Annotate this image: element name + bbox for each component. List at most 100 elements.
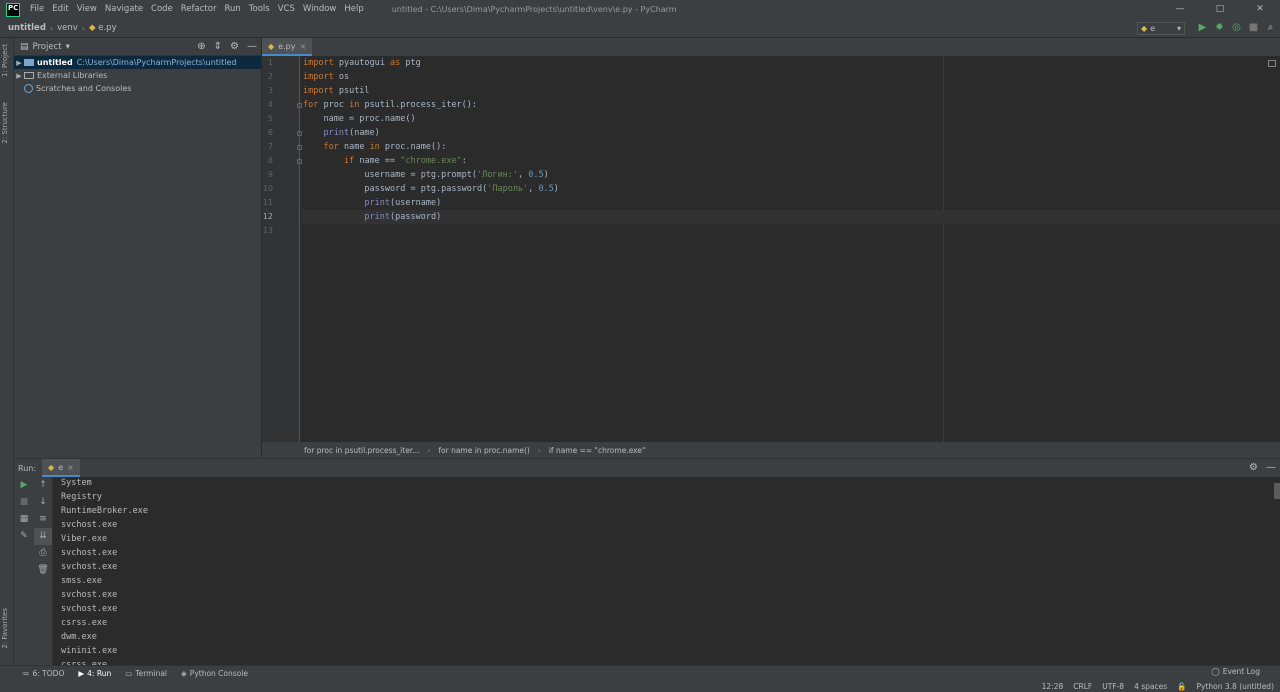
console-line: csrss.exe — [61, 618, 108, 628]
file-encoding[interactable]: UTF-8 — [1102, 682, 1124, 691]
cursor-position[interactable]: 12:28 — [1042, 682, 1064, 691]
menu-navigate[interactable]: Navigate — [101, 0, 147, 19]
rerun-icon[interactable]: ▶ — [14, 477, 34, 494]
hide-icon[interactable]: — — [1266, 462, 1276, 473]
status-bar: 12:28 CRLF UTF-8 4 spaces 🔓 Python 3.8 (… — [0, 680, 1280, 692]
expand-arrow-icon[interactable]: ▶ — [14, 72, 24, 80]
breadcrumb-venv[interactable]: venv — [53, 23, 82, 33]
menu-tools[interactable]: Tools — [245, 0, 274, 19]
editor-tab-e-py[interactable]: ◆ e.py × — [262, 38, 313, 56]
menu-run[interactable]: Run — [220, 0, 244, 19]
console-line: System — [61, 478, 92, 488]
stop-icon[interactable]: ■ — [14, 494, 34, 511]
menu-view[interactable]: View — [73, 0, 101, 19]
console-line: Registry — [61, 492, 102, 502]
code-line: username = ptg.prompt('Логин:', 0.5) — [303, 170, 549, 180]
run-configuration-select[interactable]: ◆ e ▾ — [1137, 22, 1185, 35]
scroll-to-end-icon[interactable]: ⇊ — [34, 528, 52, 545]
python-interpreter[interactable]: Python 3.8 (untitled) — [1197, 682, 1274, 691]
menu-bar: PC File Edit View Navigate Code Refactor… — [0, 0, 1280, 19]
code-line: for name in proc.name(): — [323, 142, 447, 152]
menu-refactor[interactable]: Refactor — [177, 0, 221, 19]
soft-wrap-icon[interactable]: ≡ — [34, 511, 52, 528]
run-tab-e[interactable]: ◆ e × — [42, 459, 80, 477]
python-console-label: Python Console — [189, 668, 248, 678]
editor-tab-label: e.py — [278, 41, 296, 51]
lock-icon[interactable]: 🔓 — [1177, 682, 1186, 691]
menu-file[interactable]: File — [26, 0, 48, 19]
close-button[interactable]: ✕ — [1240, 0, 1280, 19]
run-panel-header: Run: ◆ e × ⚙ — — [14, 459, 1280, 477]
line-number-gutter: 1 2 3 4 5 6 7 8 9 10 11 12 13 — [262, 56, 300, 442]
run-icon[interactable]: ▶ — [1197, 21, 1208, 35]
todo-tool-button[interactable]: ≔ 6: TODO — [22, 669, 64, 678]
hide-icon[interactable]: — — [247, 41, 257, 52]
code-breadcrumbs: for proc in psutil.process_iter... › for… — [262, 442, 1280, 458]
console-line: svchost.exe — [61, 548, 118, 558]
pin-icon[interactable]: ✎ — [14, 528, 34, 545]
console-scrollbar[interactable] — [1274, 483, 1280, 499]
collapse-all-icon[interactable]: ⇕ — [214, 41, 222, 52]
close-tab-icon[interactable]: × — [67, 463, 74, 472]
code-line: import psutil — [303, 86, 370, 96]
trash-icon[interactable]: 🗑 — [34, 562, 52, 579]
run-tool-button[interactable]: ▶ 4: Run — [78, 669, 111, 678]
scroll-up-icon[interactable]: ↑ — [34, 477, 52, 494]
code-line: print(name) — [323, 128, 380, 138]
code-breadcrumb-item[interactable]: for proc in psutil.process_iter... — [304, 446, 419, 455]
tree-item-scratches[interactable]: Scratches and Consoles — [14, 82, 261, 95]
close-tab-icon[interactable]: × — [299, 42, 306, 51]
tree-item-external-libraries[interactable]: ▶ External Libraries — [14, 69, 261, 82]
code-breadcrumb-item[interactable]: for name in proc.name() — [438, 446, 529, 455]
menu-edit[interactable]: Edit — [48, 0, 72, 19]
python-console-tool-button[interactable]: ◈ Python Console — [181, 669, 248, 678]
coverage-icon[interactable]: ◎ — [1231, 21, 1242, 35]
print-icon[interactable]: ⎙ — [34, 545, 52, 562]
tree-item-label: untitled — [37, 58, 73, 67]
gear-icon[interactable]: ⚙ — [230, 41, 239, 52]
code-line: password = ptg.password('Пароль', 0.5) — [303, 184, 559, 194]
favorites-tool-tab[interactable]: 2: Favorites — [1, 608, 9, 649]
code-area[interactable]: import pyautogui as ptg import os import… — [302, 56, 1280, 238]
maximize-button[interactable]: □ — [1200, 0, 1240, 19]
debug-icon[interactable]: ✹ — [1214, 21, 1225, 35]
chevron-down-icon[interactable]: ▾ — [66, 42, 70, 52]
line-number: 1 — [267, 58, 273, 67]
line-separator[interactable]: CRLF — [1073, 682, 1092, 691]
project-tool-tab[interactable]: 1: Project — [1, 44, 9, 77]
search-icon[interactable]: ⌕ — [1265, 21, 1276, 35]
inspection-status-icon[interactable] — [1268, 60, 1276, 67]
project-view-select[interactable]: Project — [33, 42, 62, 52]
menu-code[interactable]: Code — [147, 0, 177, 19]
indent-setting[interactable]: 4 spaces — [1134, 682, 1167, 691]
structure-tool-tab[interactable]: 2: Structure — [1, 102, 9, 144]
menu-window[interactable]: Window — [299, 0, 341, 19]
terminal-label: Terminal — [135, 668, 168, 678]
menu-help[interactable]: Help — [340, 0, 367, 19]
line-number: 9 — [267, 170, 273, 179]
locate-icon[interactable]: ⊕ — [197, 41, 205, 52]
code-line: import os — [303, 72, 350, 82]
gear-icon[interactable]: ⚙ — [1249, 462, 1258, 473]
console-output[interactable]: System Registry RuntimeBroker.exe svchos… — [61, 476, 1261, 666]
tree-item-project-root[interactable]: ▶ untitled C:\Users\Dima\PycharmProjects… — [14, 56, 261, 69]
menu-vcs[interactable]: VCS — [274, 0, 299, 19]
tree-item-label: External Libraries — [37, 71, 108, 80]
event-log-button[interactable]: ◯ Event Log — [1211, 667, 1260, 676]
python-file-icon: ◆ — [89, 23, 96, 33]
scroll-down-icon[interactable]: ↓ — [34, 494, 52, 511]
layout-icon[interactable]: ▦ — [14, 511, 34, 528]
console-line: Viber.exe — [61, 534, 108, 544]
terminal-tool-button[interactable]: ▭ Terminal — [125, 669, 167, 678]
line-number: 8 — [267, 156, 273, 165]
stop-icon[interactable]: ■ — [1248, 21, 1259, 35]
code-breadcrumb-item[interactable]: if name == "chrome.exe" — [549, 446, 646, 455]
expand-arrow-icon[interactable]: ▶ — [14, 59, 24, 67]
window-title: untitled - C:\Users\Dima\PycharmProjects… — [391, 5, 677, 14]
python-file-icon: ◆ — [48, 462, 55, 472]
navigation-bar: untitled › venv › ◆ e.py ◆ e ▾ ▶ ✹ ◎ ■ ⌕ — [0, 19, 1280, 38]
code-line: name = proc.name() — [303, 114, 416, 124]
breadcrumb-file[interactable]: ◆ e.py — [85, 23, 121, 33]
breadcrumb-project[interactable]: untitled — [4, 23, 50, 33]
minimize-button[interactable]: — — [1160, 0, 1200, 19]
